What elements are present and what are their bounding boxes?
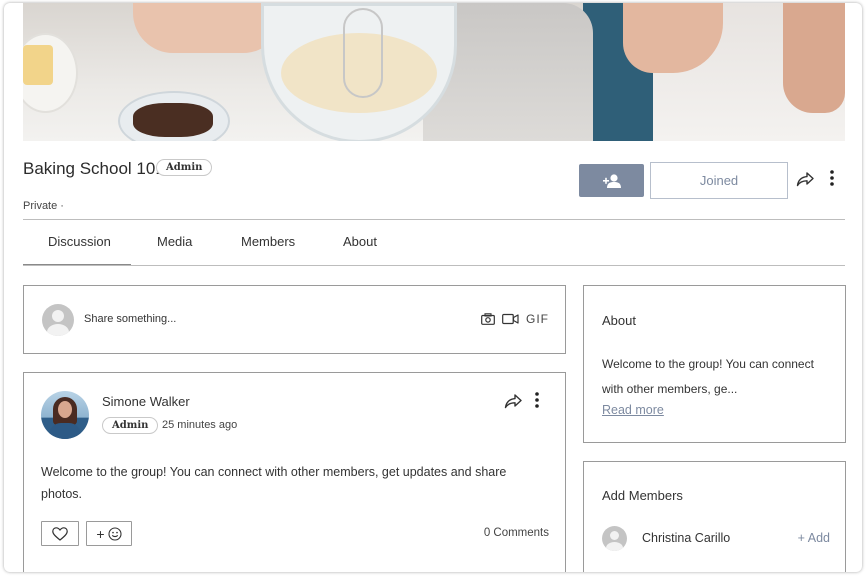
about-card: About Welcome to the group! You can conn… <box>583 285 846 443</box>
camera-icon[interactable] <box>481 313 495 325</box>
share-icon[interactable] <box>796 171 814 187</box>
group-tabs: Discussion Media Members About <box>23 220 845 266</box>
list-item: Christina Carillo + Add <box>602 526 830 552</box>
post-composer: Share something... GIF <box>23 285 566 354</box>
post-timestamp: 25 minutes ago <box>162 419 238 431</box>
tabs-divider <box>23 265 845 266</box>
heart-icon <box>52 526 68 541</box>
avatar <box>602 526 627 551</box>
cover-image <box>23 3 845 141</box>
invite-members-button[interactable] <box>579 164 644 197</box>
tab-discussion[interactable]: Discussion <box>48 234 111 249</box>
smiley-icon <box>108 526 122 541</box>
member-name: Christina Carillo <box>642 531 731 545</box>
add-members-card: Add Members Christina Carillo + Add <box>583 461 846 572</box>
group-title: Baking School 101 <box>23 159 165 178</box>
post-card: Simone Walker Admin 25 minutes ago Welco… <box>23 372 566 572</box>
plus-label: + <box>96 525 105 542</box>
author-avatar[interactable] <box>41 391 89 439</box>
tab-media[interactable]: Media <box>157 234 192 249</box>
about-text: Welcome to the group! You can connect wi… <box>602 357 814 396</box>
composer-tools: GIF <box>481 312 549 326</box>
video-icon[interactable] <box>502 313 519 325</box>
more-options-icon[interactable] <box>534 391 540 409</box>
like-button[interactable] <box>41 521 79 546</box>
gif-button[interactable]: GIF <box>526 312 549 326</box>
add-person-icon <box>602 173 621 188</box>
privacy-label: Private · <box>23 200 64 212</box>
tab-about[interactable]: About <box>343 234 377 249</box>
more-options-icon[interactable] <box>829 169 835 187</box>
group-page: Baking School 101 Admin Private · Joined… <box>4 3 862 572</box>
joined-button[interactable]: Joined <box>650 162 788 199</box>
share-icon[interactable] <box>504 393 522 409</box>
comments-count[interactable]: 0 Comments <box>484 527 549 539</box>
admin-badge: Admin <box>102 417 159 434</box>
tab-members[interactable]: Members <box>241 234 295 249</box>
read-more-link[interactable]: Read more <box>602 403 664 417</box>
add-members-title: Add Members <box>602 488 683 503</box>
author-name[interactable]: Simone Walker <box>102 394 190 409</box>
add-reaction-button[interactable]: + <box>86 521 132 546</box>
avatar <box>42 304 74 336</box>
post-body: Welcome to the group! You can connect wi… <box>41 465 507 501</box>
about-title: About <box>602 313 636 328</box>
add-member-button[interactable]: + Add <box>798 531 830 545</box>
admin-badge: Admin <box>156 159 213 176</box>
share-something-input[interactable]: Share something... <box>84 313 176 325</box>
